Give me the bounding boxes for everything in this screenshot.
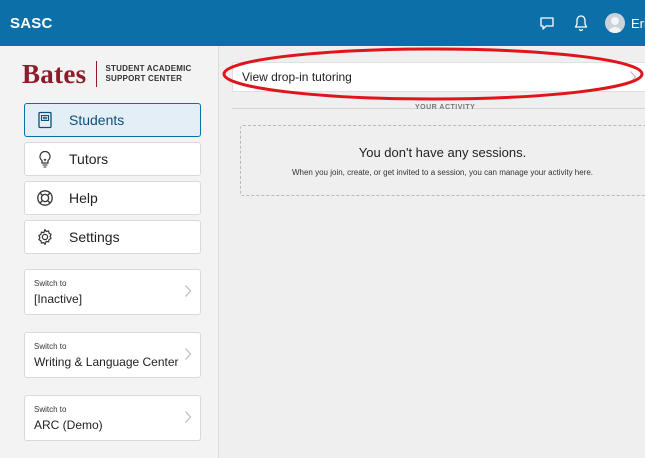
gear-icon bbox=[35, 227, 55, 247]
sidebar-item-label: Tutors bbox=[69, 151, 109, 167]
empty-sessions-title: You don't have any sessions. bbox=[358, 145, 527, 160]
dropin-label: View drop-in tutoring bbox=[242, 70, 352, 84]
switch-prefix: Switch to bbox=[34, 279, 67, 288]
logo-subtitle-line1: STUDENT ACADEMIC bbox=[105, 64, 192, 73]
user-name[interactable]: Eri bbox=[631, 16, 645, 31]
students-icon bbox=[35, 110, 55, 130]
switch-card-inactive[interactable]: Switch to [Inactive] bbox=[24, 269, 201, 315]
main-content: YOUR ACTIVITY View drop-in tutoring You … bbox=[220, 46, 645, 458]
chat-bubble-icon[interactable] bbox=[537, 13, 557, 33]
user-avatar-icon[interactable] bbox=[605, 13, 625, 33]
switch-prefix: Switch to bbox=[34, 405, 67, 414]
view-dropin-tutoring-button[interactable]: View drop-in tutoring bbox=[232, 62, 645, 92]
chevron-right-icon bbox=[184, 410, 192, 429]
switch-prefix: Switch to bbox=[34, 342, 67, 351]
logo-subtitle-line2: SUPPORT CENTER bbox=[105, 74, 183, 83]
bates-logo[interactable]: Bates STUDENT ACADEMIC SUPPORT CENTER bbox=[22, 58, 192, 90]
logo-divider bbox=[95, 61, 97, 87]
chevron-right-icon bbox=[184, 284, 192, 303]
switch-target-name: ARC (Demo) bbox=[34, 418, 103, 432]
chevron-right-icon bbox=[629, 70, 637, 87]
switch-target-name: Writing & Language Center bbox=[34, 355, 179, 369]
activity-section-label: YOUR ACTIVITY bbox=[415, 104, 476, 111]
chevron-right-icon bbox=[184, 347, 192, 366]
empty-sessions-box: You don't have any sessions. When you jo… bbox=[240, 125, 645, 196]
logo-wordmark: Bates bbox=[22, 58, 87, 89]
sidebar-item-label: Settings bbox=[69, 229, 120, 245]
sidebar-item-label: Help bbox=[69, 190, 98, 206]
lightbulb-icon bbox=[35, 149, 55, 169]
lifebuoy-icon bbox=[35, 188, 55, 208]
switch-card-arc-demo[interactable]: Switch to ARC (Demo) bbox=[24, 395, 201, 441]
logo-subtitle: STUDENT ACADEMIC SUPPORT CENTER bbox=[106, 64, 192, 84]
app-title[interactable]: SASC bbox=[10, 15, 52, 32]
top-bar: SASC Eri bbox=[0, 0, 645, 46]
sidebar-item-students[interactable]: Students bbox=[24, 103, 201, 137]
sidebar-item-tutors[interactable]: Tutors bbox=[24, 142, 201, 176]
header-actions: Eri bbox=[537, 0, 645, 46]
switch-card-writing-language[interactable]: Switch to Writing & Language Center bbox=[24, 332, 201, 378]
empty-sessions-description: When you join, create, or get invited to… bbox=[291, 168, 594, 177]
sidebar: Bates STUDENT ACADEMIC SUPPORT CENTER St… bbox=[0, 46, 219, 458]
sidebar-item-label: Students bbox=[69, 112, 125, 128]
sidebar-item-settings[interactable]: Settings bbox=[24, 220, 201, 254]
sidebar-item-help[interactable]: Help bbox=[24, 181, 201, 215]
switch-target-name: [Inactive] bbox=[34, 292, 83, 306]
bell-icon[interactable] bbox=[571, 13, 591, 33]
